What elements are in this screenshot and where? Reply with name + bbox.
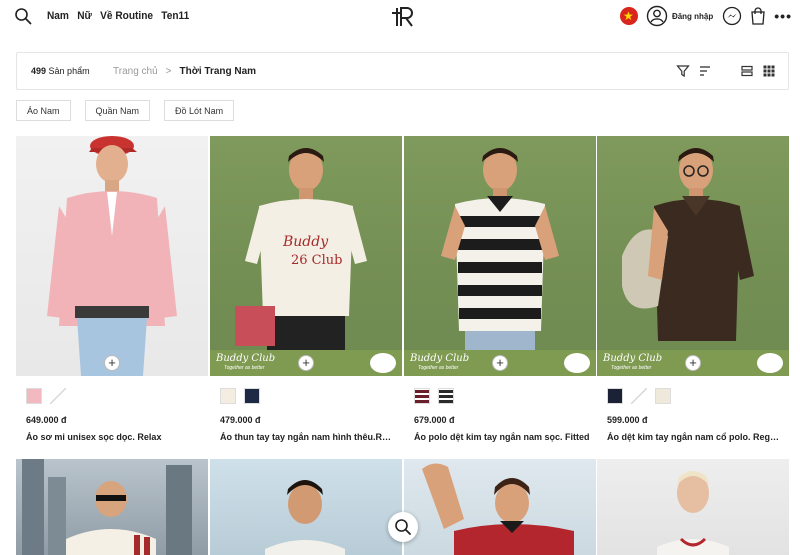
color-swatches — [220, 388, 260, 404]
color-swatches — [414, 388, 454, 404]
cart-icon[interactable] — [748, 6, 768, 26]
quick-view-button[interactable] — [388, 512, 418, 542]
product-count: 499 Sản phẩm — [31, 66, 90, 76]
product-card[interactable]: Buddy 26 Club Buddy Club Together as bet… — [210, 136, 402, 442]
breadcrumb: Trang chủ > Thời Trang Nam — [113, 66, 256, 77]
nav-item-nu[interactable]: Nữ — [77, 10, 92, 22]
svg-text:Buddy: Buddy — [282, 234, 329, 250]
add-to-cart-button[interactable]: + — [104, 355, 120, 371]
breadcrumb-home[interactable]: Trang chủ — [113, 66, 158, 77]
product-image[interactable] — [16, 459, 208, 555]
product-image[interactable]: Buddy Club Together as better + — [404, 136, 596, 376]
add-to-cart-button[interactable]: + — [298, 355, 314, 371]
product-card[interactable]: Buddy Club Together as better + 599.000 … — [597, 136, 789, 442]
product-image[interactable]: Buddy Club Together as better + — [597, 136, 789, 376]
chip-quan-nam[interactable]: Quần Nam — [84, 100, 151, 121]
product-name[interactable]: Áo polo dệt kim tay ngắn nam sọc. Fitted — [414, 432, 590, 442]
swatch-navy[interactable] — [244, 388, 260, 404]
view-controls — [676, 64, 776, 78]
sort-icon[interactable] — [698, 64, 712, 78]
chip-do-lot-nam[interactable]: Đồ Lót Nam — [164, 100, 235, 121]
swatch-white[interactable] — [631, 388, 647, 404]
swatch-beige[interactable] — [655, 388, 671, 404]
nav-item-nam[interactable]: Nam — [47, 10, 69, 22]
color-swatches — [26, 388, 66, 404]
product-image[interactable] — [597, 459, 789, 555]
routine-logo[interactable] — [390, 4, 416, 30]
model-figure — [265, 480, 345, 555]
product-price: 649.000 đ — [26, 415, 67, 425]
header-actions: Đăng nhập ••• — [619, 5, 792, 27]
product-card[interactable]: Buddy Club Together as better + 679.000 … — [404, 136, 596, 442]
more-icon[interactable]: ••• — [774, 8, 792, 24]
model-figure — [441, 148, 559, 356]
nav-item-ten11[interactable]: Ten11 — [161, 10, 189, 22]
search-icon[interactable] — [14, 7, 32, 25]
swatch-white[interactable] — [50, 388, 66, 404]
listing-toolbar: 499 Sản phẩm Trang chủ > Thời Trang Nam — [16, 52, 789, 90]
product-image[interactable] — [404, 459, 596, 555]
nav-item-ve-routine[interactable]: Về Routine — [100, 10, 153, 22]
breadcrumb-current: Thời Trang Nam — [179, 66, 257, 77]
product-price: 599.000 đ — [607, 415, 648, 425]
model-figure: Buddy 26 Club — [235, 148, 367, 356]
product-name[interactable]: Áo sơ mi unisex sọc dọc. Relax — [26, 432, 202, 442]
model-figure — [657, 471, 729, 555]
user-icon[interactable] — [646, 5, 668, 27]
category-chips: Áo Nam Quần Nam Đồ Lót Nam — [16, 100, 235, 121]
product-name[interactable]: Áo thun tay tay ngắn nam hình thêu.Regul… — [220, 432, 396, 442]
add-to-cart-button[interactable]: + — [492, 355, 508, 371]
list-view-icon[interactable] — [740, 64, 754, 78]
chip-ao-nam[interactable]: Áo Nam — [16, 100, 71, 121]
site-header: Nam Nữ Về Routine Ten11 Đăng nhập ••• — [0, 0, 800, 34]
model-figure — [22, 459, 192, 555]
product-price: 479.000 đ — [220, 415, 261, 425]
swatch-black-stripe[interactable] — [438, 388, 454, 404]
vietnam-flag-icon[interactable] — [619, 7, 638, 25]
model-figure — [622, 148, 754, 341]
svg-text:26 Club: 26 Club — [291, 253, 342, 268]
filter-icon[interactable] — [676, 64, 690, 78]
messenger-icon[interactable] — [722, 6, 742, 26]
product-price: 679.000 đ — [414, 415, 455, 425]
swatch-red-stripe[interactable] — [414, 388, 430, 404]
breadcrumb-separator: > — [165, 66, 172, 77]
product-image[interactable]: + — [16, 136, 208, 376]
swatch-navy[interactable] — [607, 388, 623, 404]
login-link[interactable]: Đăng nhập — [672, 12, 713, 21]
model-figure — [47, 136, 177, 376]
search-icon — [395, 519, 411, 535]
product-card[interactable]: + 649.000 đ Áo sơ mi unisex sọc dọc. Rel… — [16, 136, 208, 442]
product-image[interactable] — [210, 459, 402, 555]
product-image[interactable]: Buddy 26 Club Buddy Club Together as bet… — [210, 136, 402, 376]
product-name[interactable]: Áo dệt kim tay ngắn nam cổ polo. Regular — [607, 432, 783, 442]
swatch-pink[interactable] — [26, 388, 42, 404]
add-to-cart-button[interactable]: + — [685, 355, 701, 371]
buddy-club-logo-icon — [370, 353, 396, 373]
buddy-club-logo-icon — [564, 353, 590, 373]
color-swatches — [607, 388, 671, 404]
grid-view-icon[interactable] — [762, 64, 776, 78]
main-nav: Nam Nữ Về Routine Ten11 — [47, 10, 198, 22]
swatch-cream[interactable] — [220, 388, 236, 404]
buddy-club-logo-icon — [757, 353, 783, 373]
model-figure — [422, 463, 574, 555]
